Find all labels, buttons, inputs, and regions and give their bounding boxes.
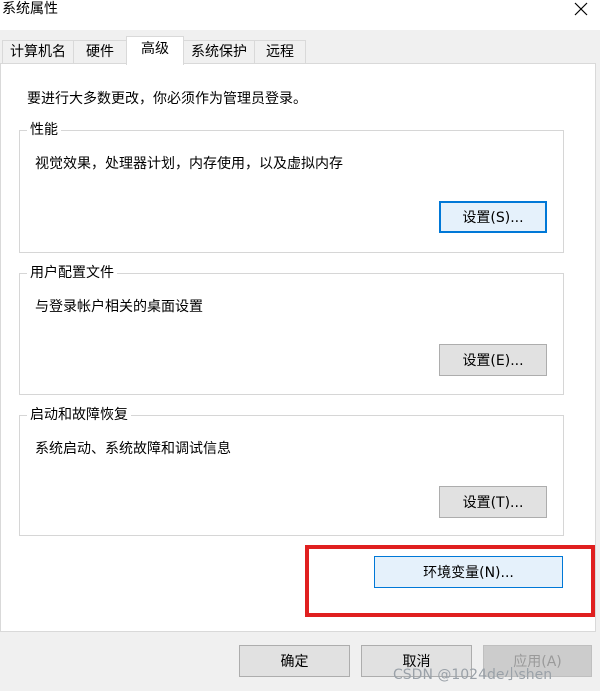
performance-group: 性能 视觉效果，处理器计划，内存使用，以及虚拟内存 bbox=[19, 120, 564, 253]
tab-computer-name[interactable]: 计算机名 bbox=[2, 40, 74, 64]
tab-remote[interactable]: 远程 bbox=[254, 40, 306, 64]
performance-title: 性能 bbox=[27, 120, 61, 140]
performance-description: 视觉效果，处理器计划，内存使用，以及虚拟内存 bbox=[35, 156, 343, 172]
performance-settings-button[interactable]: 设置(S)... bbox=[439, 201, 547, 233]
user-profile-title: 用户配置文件 bbox=[27, 263, 117, 283]
close-button[interactable] bbox=[562, 0, 600, 18]
startup-recovery-description: 系统启动、系统故障和调试信息 bbox=[35, 441, 231, 457]
ok-button[interactable]: 确定 bbox=[239, 645, 350, 677]
close-icon bbox=[574, 2, 588, 16]
highlight-annotation-box bbox=[305, 545, 595, 617]
tab-hardware[interactable]: 硬件 bbox=[73, 40, 127, 64]
user-profile-settings-button[interactable]: 设置(E)... bbox=[439, 344, 547, 376]
tab-strip: 计算机名 硬件 高级 系统保护 远程 bbox=[0, 36, 600, 65]
startup-recovery-title: 启动和故障恢复 bbox=[27, 405, 131, 425]
startup-recovery-settings-button[interactable]: 设置(T)... bbox=[439, 486, 547, 518]
tab-advanced[interactable]: 高级 bbox=[126, 36, 184, 65]
title-bar: 系统属性 bbox=[0, 0, 600, 30]
user-profile-description: 与登录帐户相关的桌面设置 bbox=[35, 299, 203, 315]
user-profile-group: 用户配置文件 与登录帐户相关的桌面设置 bbox=[19, 263, 564, 395]
tab-system-protection[interactable]: 系统保护 bbox=[183, 40, 255, 64]
watermark: CSDN @1024de小shen bbox=[393, 667, 553, 683]
window-title: 系统属性 bbox=[2, 1, 58, 17]
admin-notice: 要进行大多数更改，你必须作为管理员登录。 bbox=[27, 91, 307, 107]
